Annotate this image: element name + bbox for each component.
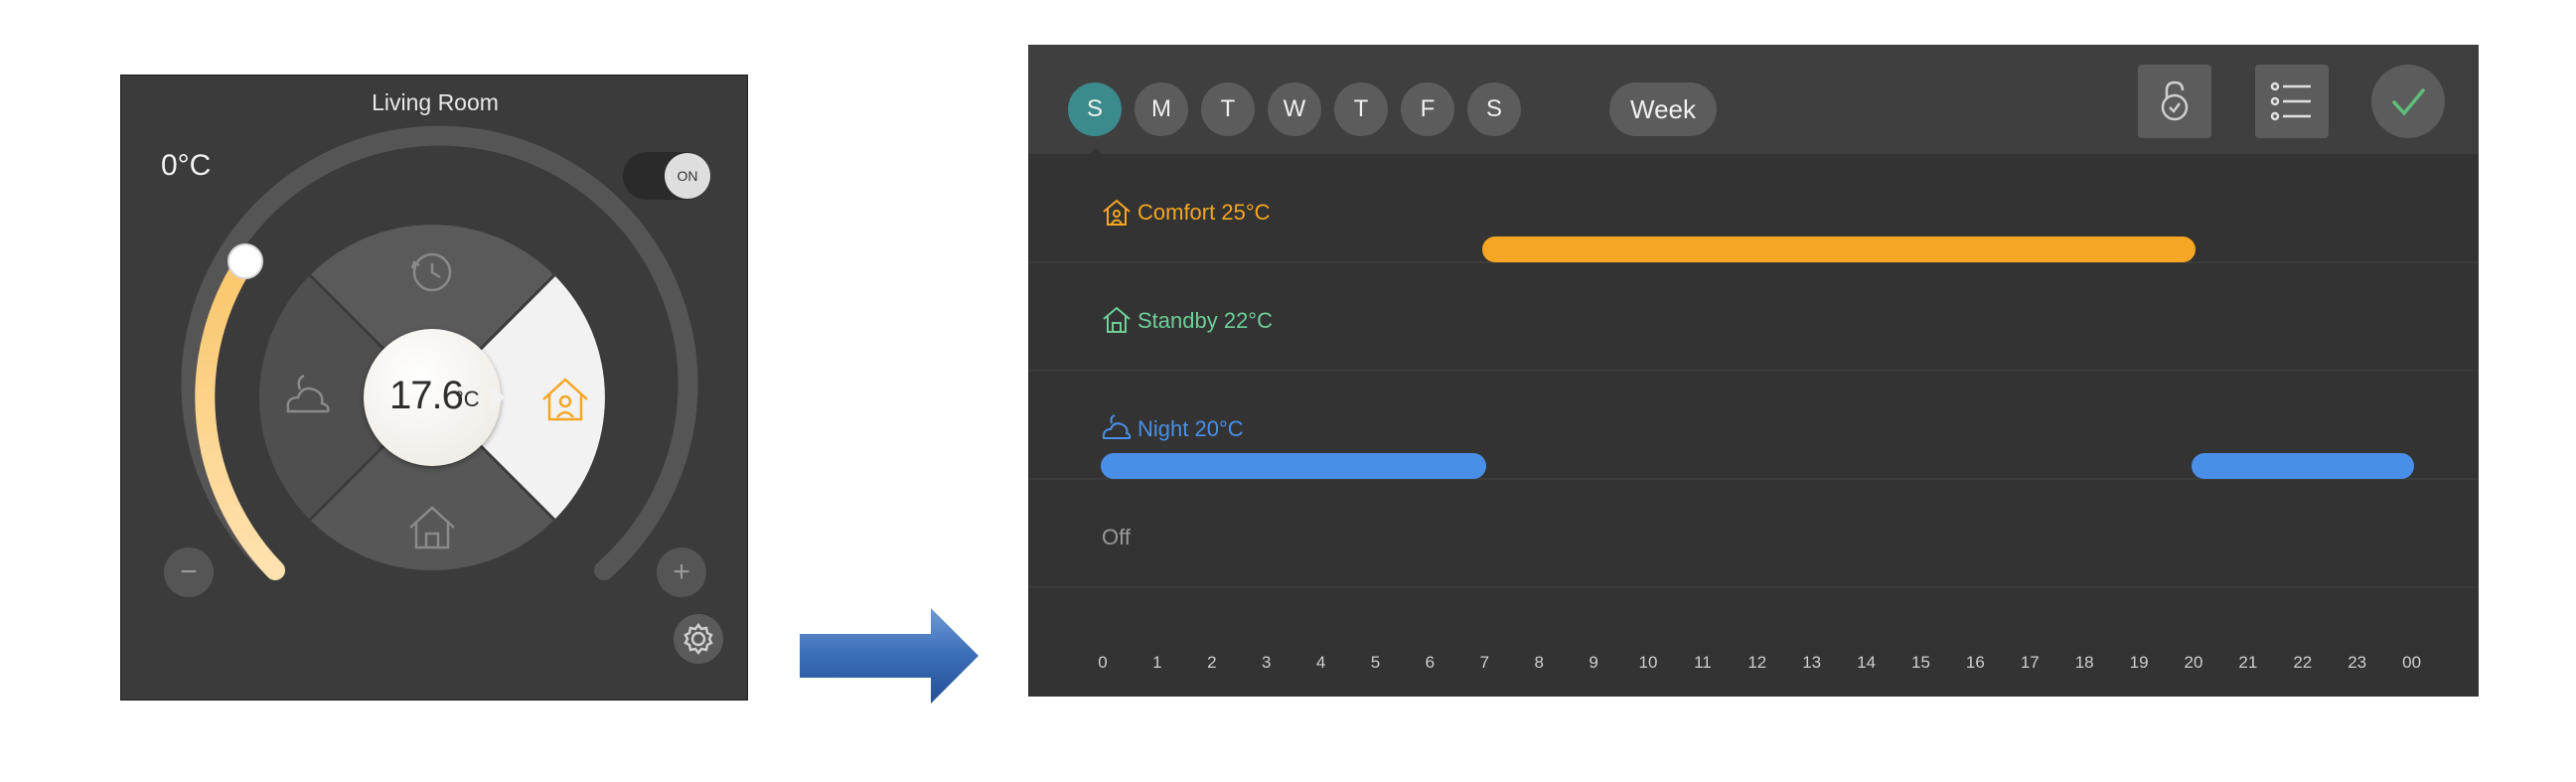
right-arrow-icon (800, 608, 979, 704)
dial-handle (227, 243, 263, 279)
schedule-bar-night[interactable] (1101, 453, 1487, 479)
hour-tick-label: 1 (1152, 653, 1162, 672)
hour-tick-label: 21 (2238, 653, 2258, 672)
hour-tick-label: 7 (1479, 653, 1490, 672)
hour-tick-label: 10 (1638, 653, 1658, 672)
hour-tick-label: 12 (1747, 653, 1767, 672)
schedule-bar-night[interactable] (2192, 453, 2414, 479)
hour-tick-label: 5 (1370, 653, 1381, 672)
settings-button[interactable] (674, 614, 723, 664)
hour-tick-label: 3 (1261, 653, 1272, 672)
hour-tick-label: 19 (2129, 653, 2149, 672)
setpoint-value: 17.6 (389, 374, 464, 417)
disk-pointer (491, 384, 505, 411)
hour-tick-label: 0 (1098, 653, 1108, 672)
thermostat-panel: Living Room 0°C ON 17.6 °C − + (120, 75, 748, 701)
schedule-timeline: 0 1 2 3 4 5 6 7 8 9 10 11 12 13 14 15 16 17 18 19 20 21 22 23 00 (1028, 45, 2479, 697)
schedule-bar-comfort[interactable] (1482, 236, 2196, 262)
plus-icon: + (673, 555, 690, 588)
hour-tick-label: 16 (1965, 653, 1985, 672)
hour-tick-label: 13 (1802, 653, 1822, 672)
hour-tick-label: 14 (1857, 653, 1877, 672)
hour-tick-label: 4 (1315, 653, 1326, 672)
hour-tick-label: 18 (2074, 653, 2094, 672)
hour-tick-label: 2 (1207, 653, 1217, 672)
hour-tick-label: 9 (1589, 653, 1598, 672)
minus-icon: − (180, 555, 198, 588)
hour-tick-label: 20 (2184, 653, 2203, 672)
hour-tick-label: 11 (1694, 653, 1712, 672)
gear-icon (683, 622, 713, 656)
hour-tick-label: 23 (2348, 653, 2367, 672)
setpoint-unit: °C (455, 387, 480, 411)
hour-tick-label: 8 (1534, 653, 1544, 672)
decrease-button[interactable]: − (164, 547, 214, 597)
increase-button[interactable]: + (657, 547, 706, 597)
hour-tick-label: 6 (1425, 653, 1436, 672)
hour-tick-label: 00 (2402, 653, 2422, 672)
hour-tick-label: 15 (1911, 653, 1930, 672)
schedule-panel: S M T W T F S Week Comfort 25°C Standby … (1028, 45, 2479, 697)
hour-tick-label: 17 (2020, 653, 2040, 672)
hour-tick-label: 22 (2293, 653, 2313, 672)
